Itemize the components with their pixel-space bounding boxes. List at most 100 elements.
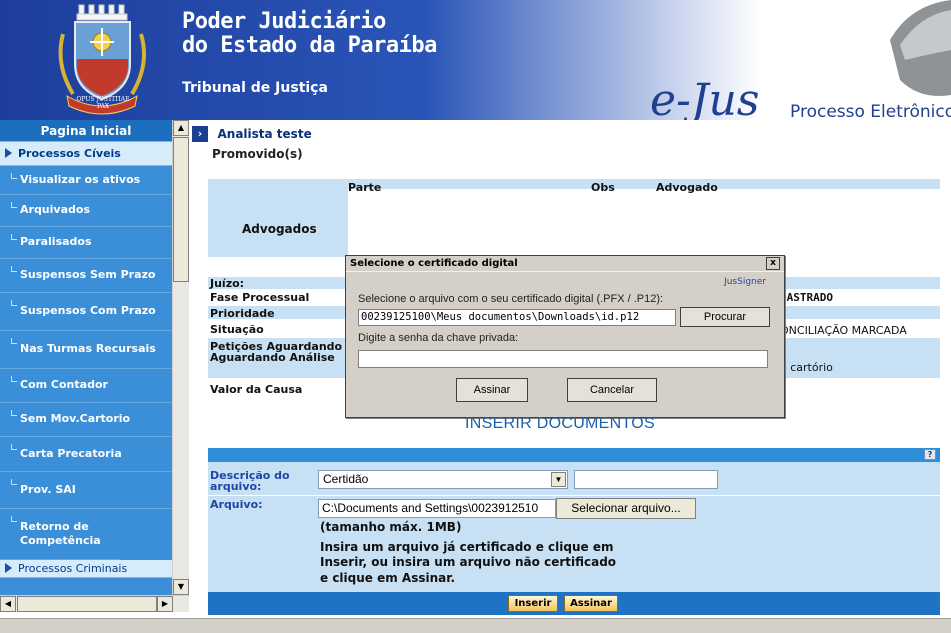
sidebar-item-paralisados[interactable]: Paralisados bbox=[0, 227, 172, 259]
scroll-down-arrow-icon[interactable]: ▼ bbox=[173, 579, 189, 595]
sidebar-section-civeis[interactable]: Processos Cíveis bbox=[0, 142, 172, 166]
tree-branch-icon bbox=[11, 479, 17, 485]
scroll-left-arrow-icon[interactable]: ◀ bbox=[0, 596, 16, 612]
hint-line-3: Inserir, ou insira um arquivo não certif… bbox=[320, 555, 617, 569]
prompt-password: Digite a senha da chave privada: bbox=[358, 332, 519, 344]
col-parte: Parte bbox=[348, 181, 382, 194]
cancel-button[interactable]: Cancelar bbox=[567, 378, 657, 402]
crest-motto: OPUS JUSTITIAE PAX bbox=[76, 96, 130, 110]
insert-documents-title: INSERIR DOCUMENTOS bbox=[465, 415, 656, 432]
select-file-button[interactable]: Selecionar arquivo... bbox=[556, 498, 696, 519]
promovidos-heading: Promovido(s) bbox=[212, 147, 303, 161]
tree-branch-icon bbox=[11, 300, 17, 306]
label-peticoes: Petições Aguardando Aguardando Análise bbox=[210, 340, 343, 364]
sidebar-horizontal-scrollbar[interactable]: ◀ ▶ bbox=[0, 595, 189, 612]
browser-status-bar bbox=[0, 618, 951, 633]
sidebar-item-label: Suspensos Sem Prazo bbox=[20, 268, 156, 281]
file-path-input[interactable]: C:\Documents and Settings\0023912510 bbox=[318, 499, 556, 518]
sidebar-item-label: Visualizar os ativos bbox=[20, 173, 141, 186]
sidebar-item-suspensos-com-prazo[interactable]: Suspensos Com Prazo bbox=[0, 293, 172, 331]
tree-branch-icon bbox=[11, 173, 17, 179]
toggle-menu-arrow-icon[interactable]: › bbox=[192, 126, 208, 142]
sidebar-item-suspensos-sem-prazo[interactable]: Suspensos Sem Prazo bbox=[0, 259, 172, 293]
label-prioridade: Prioridade bbox=[210, 307, 275, 320]
court-subtitle: Tribunal de Justiça bbox=[182, 80, 328, 96]
sidebar-home-link[interactable]: Pagina Inicial bbox=[0, 120, 172, 142]
tree-branch-icon bbox=[11, 266, 17, 272]
sidebar-item-label: Nas Turmas Recursais bbox=[20, 342, 156, 355]
sidebar-item-carta-precatoria[interactable]: Carta Precatoria bbox=[0, 437, 172, 472]
description-extra-input[interactable] bbox=[574, 470, 718, 489]
label-situacao: Situação bbox=[210, 323, 264, 336]
tree-branch-icon bbox=[11, 444, 17, 450]
court-title-line2: do Estado da Paraíba bbox=[182, 33, 437, 58]
prompt-certificate-file: Selecione o arquivo com o seu certificad… bbox=[358, 293, 664, 305]
expand-triangle-icon bbox=[5, 148, 12, 158]
ejus-logo: e-Jus bbox=[650, 75, 760, 121]
user-bar: › Analista teste bbox=[192, 126, 312, 144]
sidebar-item-label: Arquivados bbox=[20, 203, 90, 216]
sidebar-item-sem-mov-cartorio[interactable]: Sem Mov.Cartorio bbox=[0, 403, 172, 437]
value-peticoes: o cartório bbox=[780, 361, 833, 374]
insert-button[interactable]: Inserir bbox=[508, 595, 558, 612]
chevron-down-icon[interactable]: ▼ bbox=[551, 472, 566, 487]
sidebar-section-label: Processos Cíveis bbox=[18, 147, 121, 160]
sidebar-item-prov-sai[interactable]: Prov. SAI bbox=[0, 472, 172, 509]
tree-branch-icon bbox=[11, 516, 17, 522]
browse-button[interactable]: Procurar bbox=[680, 307, 770, 327]
sidebar-item-label: Com Contador bbox=[20, 378, 108, 391]
password-field[interactable] bbox=[358, 350, 768, 368]
hint-line-1: (tamanho máx. 1MB) bbox=[320, 520, 462, 534]
sign-document-button[interactable]: Assinar bbox=[564, 595, 618, 612]
tree-branch-icon bbox=[11, 338, 17, 344]
scrollbar-thumb[interactable] bbox=[17, 596, 157, 612]
upload-action-bar: Inserir Assinar bbox=[208, 592, 940, 615]
file-label: Arquivo: bbox=[210, 498, 263, 511]
sidebar-item-label: Paralisados bbox=[20, 235, 92, 248]
divider bbox=[208, 495, 940, 496]
hint-line-4: e clique em Assinar. bbox=[320, 571, 456, 585]
label-valor-causa: Valor da Causa bbox=[210, 383, 303, 396]
label-juizo: Juízo: bbox=[210, 277, 245, 290]
help-icon[interactable]: ? bbox=[924, 449, 936, 460]
label-fase-processual: Fase Processual bbox=[210, 291, 310, 304]
close-icon[interactable]: x bbox=[766, 257, 780, 270]
jussigner-brand: JusSigner bbox=[724, 277, 766, 287]
sidebar-vertical-scrollbar[interactable]: ▲ ▼ bbox=[172, 120, 189, 595]
main-content: › Analista teste Promovido(s) Advogados … bbox=[190, 120, 951, 615]
sidebar-item-arquivados[interactable]: Arquivados bbox=[0, 195, 172, 227]
value-situacao: ONCILIAÇÃO MARCADA bbox=[780, 324, 907, 337]
hint-line-2: Insira um arquivo já certificado e cliqu… bbox=[320, 540, 614, 554]
dialog-title: Selecione o certificado digital bbox=[346, 256, 784, 272]
sidebar-item-turmas-recursais[interactable]: Nas Turmas Recursais bbox=[0, 331, 172, 369]
value-fase-processual: DASTRADO bbox=[780, 291, 833, 304]
description-label: Descrição do arquivo: bbox=[210, 469, 290, 493]
sidebar-item-visualizar-ativos[interactable]: Visualizar os ativos bbox=[0, 166, 172, 195]
sidebar-item-retorno-competencia[interactable]: Retorno de Competência bbox=[0, 509, 120, 560]
sidebar-section-label: Processos Criminais bbox=[18, 562, 128, 575]
expand-triangle-icon bbox=[5, 563, 12, 573]
tree-branch-icon bbox=[11, 234, 17, 240]
col-obs: Obs bbox=[591, 181, 615, 194]
col-advogado: Advogado bbox=[656, 181, 718, 194]
scrollbar-thumb[interactable] bbox=[173, 137, 189, 282]
tree-branch-icon bbox=[11, 376, 17, 382]
scroll-right-arrow-icon[interactable]: ▶ bbox=[157, 596, 173, 612]
sidebar-item-label: Suspensos Com Prazo bbox=[20, 304, 156, 317]
tree-branch-icon bbox=[11, 410, 17, 416]
computer-mouse-illustration bbox=[890, 0, 951, 96]
page-header: OPUS JUSTITIAE PAX Poder Judiciário do E… bbox=[0, 0, 951, 120]
sign-button[interactable]: Assinar bbox=[456, 378, 528, 402]
description-select-value: Certidão bbox=[323, 472, 369, 486]
scroll-up-arrow-icon[interactable]: ▲ bbox=[173, 120, 189, 136]
sidebar-item-label: Sem Mov.Cartorio bbox=[20, 412, 131, 425]
court-title-line1: Poder Judiciário bbox=[182, 9, 386, 34]
advogados-list-area bbox=[348, 189, 940, 257]
sidebar-section-criminais[interactable]: Processos Criminais bbox=[0, 560, 172, 578]
sidebar-menu: Pagina Inicial Processos Cíveis Visualiz… bbox=[0, 120, 172, 595]
user-name: Analista teste bbox=[217, 127, 312, 141]
tree-branch-icon bbox=[11, 202, 17, 208]
certificate-path-field[interactable]: 00239125100\Meus documentos\Downloads\id… bbox=[358, 309, 676, 326]
sidebar-item-com-contador[interactable]: Com Contador bbox=[0, 369, 172, 403]
description-select[interactable]: Certidão ▼ bbox=[318, 470, 568, 489]
